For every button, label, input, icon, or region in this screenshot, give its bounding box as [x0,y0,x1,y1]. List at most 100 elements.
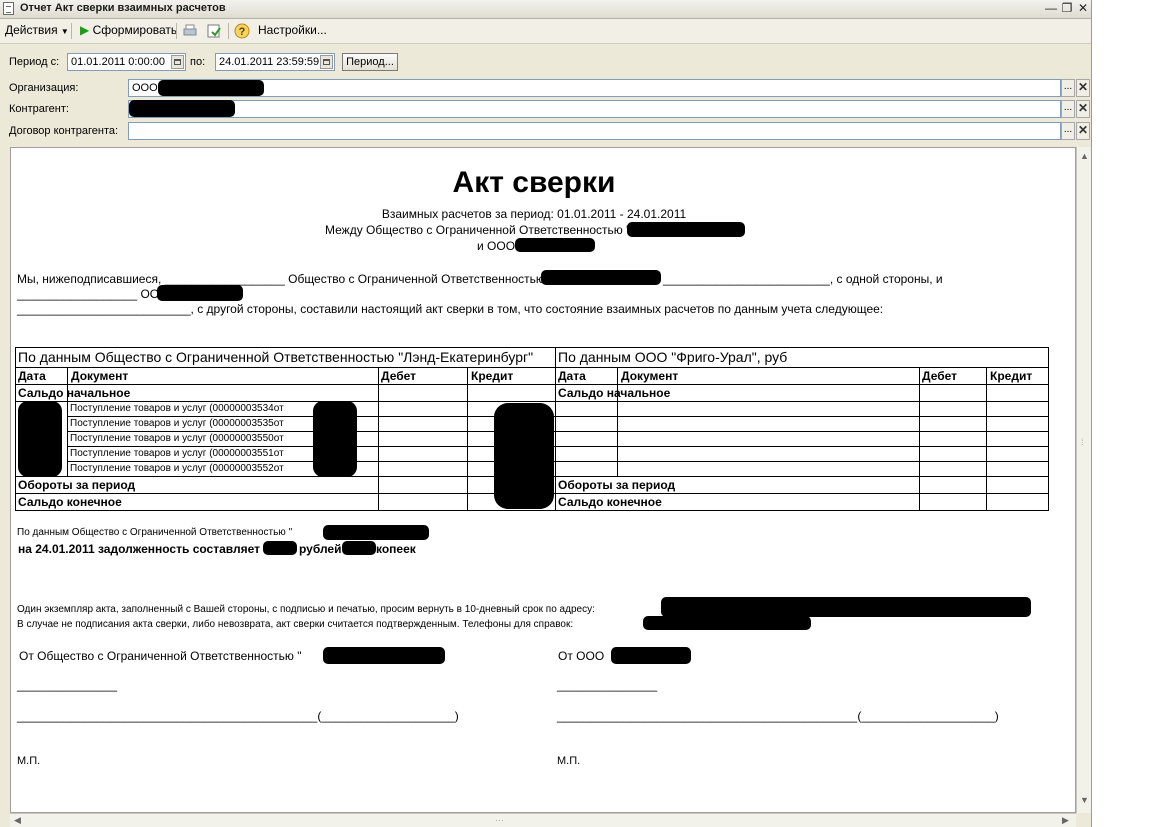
period-to-label: по: [190,56,206,68]
period-from-label: Период с: [9,56,60,68]
closing-balance-right: Сальдо конечное [558,495,662,509]
table-border [555,461,1049,462]
period-from-value: 01.01.2011 0:00:00 [71,56,165,68]
help-icon[interactable]: ? [234,23,250,39]
toolbar-separator [176,23,177,39]
print-icon[interactable] [182,23,198,39]
report-subtitle-between: Между Общество с Ограниченной Ответствен… [325,223,631,237]
organization-field[interactable]: ООО " [128,79,1061,97]
debt-statement-line2a: на 24.01.2011 задолженность составляет [18,542,260,556]
table-border [555,347,556,511]
report-subtitle-and: и ООО [477,239,516,253]
close-icon[interactable]: ✕ [1075,1,1091,16]
redaction-mark [18,401,62,477]
table-border [378,367,379,511]
col-document-right: Документ [621,369,679,383]
settings-button[interactable]: Настройки... [258,23,327,37]
counterparty-label: Контрагент: [9,103,69,115]
table-border [15,510,1049,511]
signature-left-org: От Общество с Ограниченной Ответственнос… [19,649,302,663]
col-credit-left: Кредит [471,369,514,383]
counterparty-select-button[interactable]: ... [1061,100,1075,118]
return-note-line2: В случае не подписания акта сверки, либо… [17,619,574,630]
scroll-down-icon[interactable]: ▼ [1080,795,1089,805]
table-border [467,367,468,511]
table-border [555,446,1049,447]
toolbar: Действия ▼ ▶ Сформировать ? Настройки... [0,19,1091,44]
table-border [67,461,555,462]
stamp-left: М.П. [17,755,41,767]
redaction-mark [627,222,745,237]
signature-left-line-short: _______________ [17,678,118,692]
calendar-icon[interactable] [171,55,184,69]
table-row: Поступление товаров и услуг (00000003552… [70,463,284,474]
stamp-right: М.П. [557,755,581,767]
contract-select-button[interactable]: ... [1061,122,1075,140]
report-document[interactable]: Акт сверки Взаимных расчетов за период: … [10,147,1076,813]
restore-icon[interactable]: ❐ [1059,1,1075,16]
counterparty-field[interactable] [128,100,1061,118]
table-border [986,367,987,511]
toolbar-separator [71,23,72,39]
redaction-mark [129,100,235,117]
intro-text-line2: __________________________, с другой сто… [17,302,884,316]
save-report-icon[interactable] [206,23,222,39]
report-doc-icon [3,2,14,15]
table-border [15,401,1049,402]
col-credit-right: Кредит [990,369,1033,383]
table-border [617,401,618,476]
table-row: Поступление товаров и услуг (00000003550… [70,433,284,444]
table-row: Поступление товаров и услуг (00000003551… [70,448,284,459]
table-border [1048,347,1049,511]
table-border [67,401,68,476]
contract-field[interactable] [128,122,1061,140]
table-row: Поступление товаров и услуг (00000003535… [70,418,284,429]
scroll-thumb-grip[interactable]: ⋯ [495,815,504,826]
generate-button-label: Сформировать [92,23,178,37]
calendar-icon[interactable] [320,55,333,69]
organization-label: Организация: [9,82,79,94]
redaction-mark [313,401,357,477]
window-title: Отчет Акт сверки взаимных расчетов [20,2,226,14]
intro-text-line1a: Мы, нижеподписавшиеся, _________________… [17,272,545,286]
minimize-icon[interactable]: — [1043,1,1059,16]
table-border [15,367,1049,368]
scroll-up-icon[interactable]: ▲ [1080,151,1089,161]
redaction-mark [643,616,811,630]
report-subtitle-period: Взаимных расчетов за период: 01.01.2011 … [381,207,687,221]
scroll-right-icon[interactable]: ▶ [1062,815,1069,826]
horizontal-scrollbar[interactable]: ◀ ⋯ ▶ [10,813,1076,827]
debt-statement-line1: По данным Общество с Ограниченной Ответс… [17,527,293,538]
contract-clear-icon[interactable]: ✕ [1076,122,1090,140]
svg-text:?: ? [239,26,246,38]
signature-left-line-long: ________________________________________… [17,709,459,723]
organization-select-button[interactable]: ... [1061,79,1075,97]
redaction-mark [494,403,554,509]
period-to-field[interactable]: 24.01.2011 23:59:59 [215,53,335,71]
redaction-mark [158,80,264,96]
counterparty-clear-icon[interactable]: ✕ [1076,100,1090,118]
redaction-mark [263,541,297,555]
debt-statement-line2c: копеек [376,542,416,556]
scroll-thumb-grip[interactable]: ⁞ [1081,437,1084,447]
table-row: Поступление товаров и услуг (00000003534… [70,403,284,414]
col-debit-left: Дебет [381,369,417,383]
redaction-mark [157,285,243,301]
table-border [67,431,555,432]
table-left-header: По данным Общество с Ограниченной Ответс… [18,349,534,365]
table-border [67,416,555,417]
period-to-value: 24.01.2011 23:59:59 [219,56,320,68]
signature-right-org: От ООО [558,649,605,663]
reconciliation-table: По данным Общество с Ограниченной Ответс… [15,347,1049,511]
actions-menu[interactable]: Действия ▼ [5,23,69,37]
turnover-left: Обороты за период [18,478,136,492]
table-border [15,347,1049,348]
col-date-left: Дата [18,369,46,383]
organization-clear-icon[interactable]: ✕ [1076,79,1090,97]
vertical-scrollbar[interactable]: ▲ ⁞ ▼ [1076,147,1091,813]
period-button[interactable]: Период... [342,53,398,71]
generate-button[interactable]: ▶ Сформировать [80,23,177,37]
period-from-field[interactable]: 01.01.2011 0:00:00 [67,53,186,71]
scroll-left-icon[interactable]: ◀ [14,815,21,826]
chevron-down-icon: ▼ [60,27,69,36]
